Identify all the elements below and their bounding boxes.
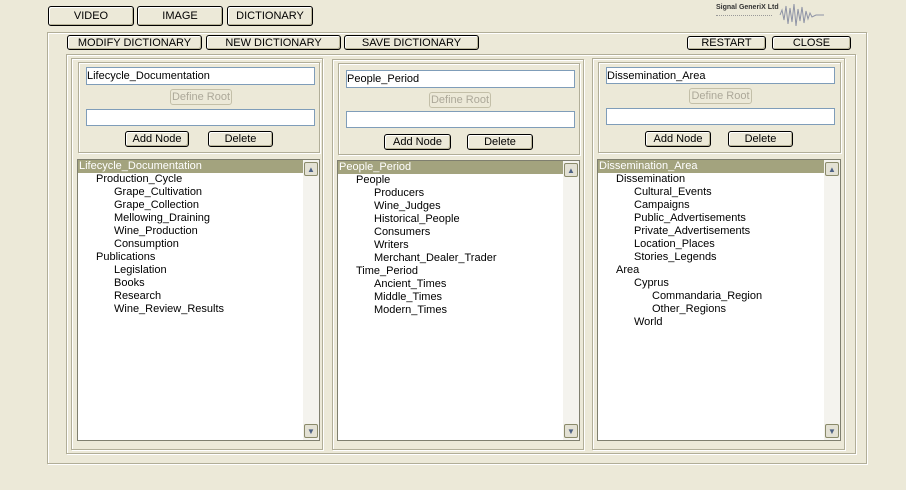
tree-node[interactable]: Wine_Review_Results [78,303,224,316]
dictionary-name-field[interactable] [346,70,575,88]
define-root-button[interactable]: Define Root [170,89,232,105]
scroll-down-arrow-icon[interactable]: ▼ [304,424,318,438]
dictionary-name-field[interactable] [86,67,315,85]
tree-node[interactable]: Location_Places [598,238,715,251]
dictionary-tree[interactable]: People_Period People Producers Wine_Judges… [337,160,580,441]
tree-scrollbar[interactable]: ▲ ▼ [824,160,840,440]
close-button[interactable]: CLOSE [772,36,851,50]
tree-node[interactable]: Time_Period [338,265,418,278]
add-node-button[interactable]: Add Node [645,131,711,147]
delete-node-button[interactable]: Delete [467,134,533,150]
node-name-field[interactable] [606,108,835,125]
define-root-button[interactable]: Define Root [689,88,752,104]
company-logo: Signal GeneriX Ltd [716,2,826,28]
tree-node[interactable]: Consumption [78,238,179,251]
tree-node[interactable]: Ancient_Times [338,278,446,291]
node-name-field[interactable] [86,109,315,126]
tree-node[interactable]: Production_Cycle [78,173,182,186]
scroll-up-arrow-icon[interactable]: ▲ [825,162,839,176]
tree-node[interactable]: Private_Advertisements [598,225,750,238]
tree-node[interactable]: Legislation [78,264,167,277]
node-name-field[interactable] [346,111,575,128]
modify-dictionary-button[interactable]: MODIFY DICTIONARY [67,35,202,50]
save-dictionary-button[interactable]: SAVE DICTIONARY [344,35,479,50]
scroll-up-arrow-icon[interactable]: ▲ [564,163,578,177]
tree-node[interactable]: Middle_Times [338,291,442,304]
tree-node[interactable]: Mellowing_Draining [78,212,210,225]
tree-node[interactable]: People [338,174,390,187]
dictionary-tree[interactable]: Lifecycle_Documentation Production_Cycle… [77,159,320,441]
tree-node[interactable]: Research [78,290,161,303]
dictionary-tab-button[interactable]: DICTIONARY [227,6,313,26]
tree-root-node[interactable]: Lifecycle_Documentation [78,160,303,173]
tree-node[interactable]: Stories_Legends [598,251,717,264]
add-node-button[interactable]: Add Node [125,131,189,147]
tree-node[interactable]: Wine_Production [78,225,198,238]
tree-root-node[interactable]: People_Period [338,161,563,174]
scroll-down-arrow-icon[interactable]: ▼ [564,424,578,438]
logo-text: Signal GeneriX Ltd [716,4,779,11]
scroll-up-arrow-icon[interactable]: ▲ [304,162,318,176]
tree-node[interactable]: Grape_Collection [78,199,199,212]
logo-subtext-icon [716,15,772,20]
tree-node[interactable]: Merchant_Dealer_Trader [338,252,496,265]
delete-node-button[interactable]: Delete [208,131,273,147]
tree-node[interactable]: Cultural_Events [598,186,712,199]
tree-node[interactable]: Grape_Cultivation [78,186,202,199]
tree-node[interactable]: Books [78,277,145,290]
tree-node[interactable]: Dissemination [598,173,685,186]
new-dictionary-button[interactable]: NEW DICTIONARY [206,35,341,50]
tree-node[interactable]: Commandaria_Region [598,290,762,303]
tree-node[interactable]: Wine_Judges [338,200,441,213]
tree-scrollbar[interactable]: ▲ ▼ [303,160,319,440]
tree-node[interactable]: Area [598,264,639,277]
restart-button[interactable]: RESTART [687,36,766,50]
delete-node-button[interactable]: Delete [728,131,793,147]
tree-node[interactable]: Modern_Times [338,304,447,317]
tree-node[interactable]: Historical_People [338,213,460,226]
image-tab-button[interactable]: IMAGE [137,6,223,26]
tree-node[interactable]: Writers [338,239,409,252]
tree-node[interactable]: Public_Advertisements [598,212,746,225]
dictionary-tree[interactable]: Dissemination_Area Dissemination Cultural… [597,159,841,441]
tree-root-node[interactable]: Dissemination_Area [598,160,824,173]
tree-scrollbar[interactable]: ▲ ▼ [563,161,579,440]
add-node-button[interactable]: Add Node [384,134,451,150]
define-root-button[interactable]: Define Root [429,92,491,108]
dictionary-name-field[interactable] [606,67,835,84]
tree-node[interactable]: Campaigns [598,199,690,212]
tree-node[interactable]: World [598,316,663,329]
video-tab-button[interactable]: VIDEO [48,6,134,26]
tree-node[interactable]: Producers [338,187,424,200]
tree-node[interactable]: Other_Regions [598,303,726,316]
tree-node[interactable]: Publications [78,251,155,264]
tree-node[interactable]: Consumers [338,226,430,239]
tree-node[interactable]: Cyprus [598,277,669,290]
scroll-down-arrow-icon[interactable]: ▼ [825,424,839,438]
